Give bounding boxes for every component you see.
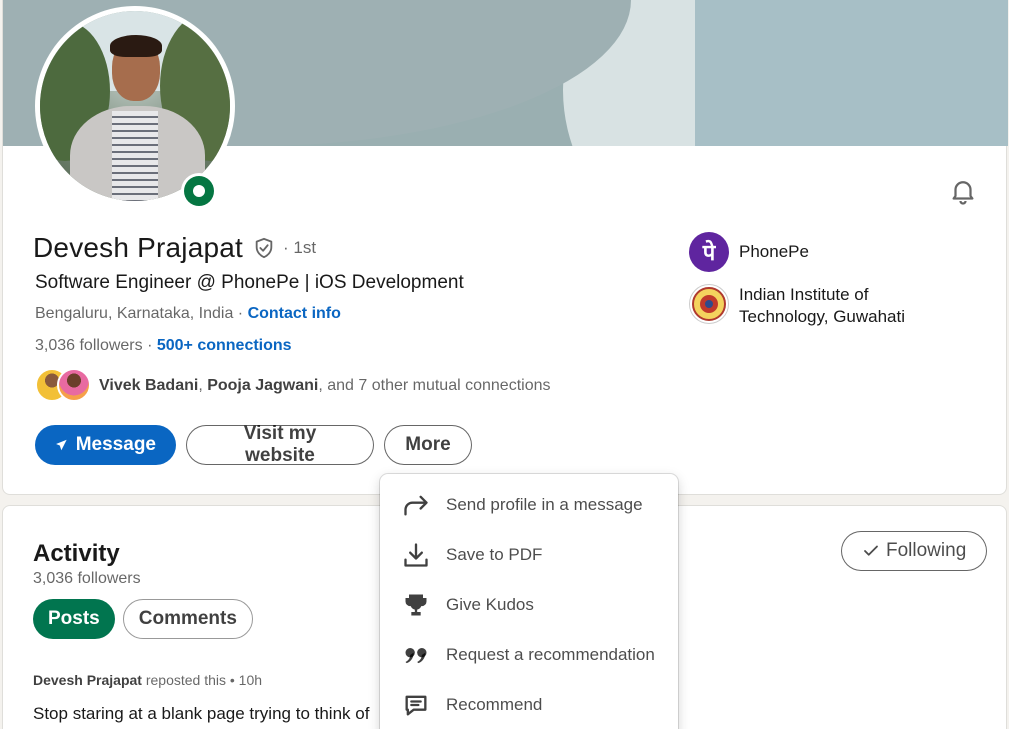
menu-item-give-kudos[interactable]: Give Kudos	[380, 580, 678, 630]
profile-card: Devesh Prajapat · 1st Software Engineer …	[2, 0, 1008, 495]
visit-website-button[interactable]: Visit my website	[186, 423, 374, 466]
iit-guwahati-logo	[689, 284, 729, 324]
contact-info-link[interactable]: Contact info	[248, 305, 341, 322]
following-button[interactable]: Following	[841, 531, 988, 571]
profile-name: Devesh Prajapat	[33, 232, 244, 263]
org-phonepe[interactable]: पे PhonePe	[689, 232, 939, 272]
profile-actions: Message Visit my website More	[35, 423, 472, 466]
menu-item-send-profile[interactable]: Send profile in a message	[380, 480, 678, 530]
org-iit-guwahati[interactable]: Indian Institute of Technology, Guwahati	[689, 284, 939, 328]
mutual-person-2: Pooja Jagwani	[207, 377, 319, 394]
network-row: 3,036 followers · 500+ connections	[35, 337, 292, 355]
post-author[interactable]: Devesh Prajapat	[33, 672, 142, 688]
online-status-badge	[181, 173, 217, 209]
avatar	[57, 368, 91, 402]
menu-item-request-recommendation[interactable]: Request a recommendation	[380, 630, 678, 680]
send-icon	[56, 439, 67, 451]
org-name: PhonePe	[739, 242, 809, 261]
more-dropdown-menu: Send profile in a message Save to PDF Gi…	[380, 474, 678, 729]
bell-icon[interactable]	[948, 176, 978, 206]
profile-location: Bengaluru, Karnataka, India	[35, 305, 234, 322]
quote-icon	[402, 641, 430, 669]
menu-item-label: Save to PDF	[446, 545, 543, 564]
menu-item-recommend[interactable]: Recommend	[380, 680, 678, 729]
activity-followers: 3,036 followers	[33, 570, 141, 587]
post-text[interactable]: Stop staring at a blank page trying to t…	[33, 704, 369, 724]
menu-item-label: Recommend	[446, 695, 543, 714]
menu-item-label: Request a recommendation	[446, 645, 655, 664]
post-meta: reposted this • 10h	[141, 672, 263, 688]
separator: ·	[233, 305, 248, 322]
separator: ,	[198, 377, 208, 394]
profile-headline: Software Engineer @ PhonePe | iOS Develo…	[35, 272, 464, 293]
trophy-icon	[402, 591, 430, 619]
separator: ·	[142, 337, 157, 354]
following-label: Following	[886, 540, 967, 561]
mutual-rest: , and 7 other mutual connections	[318, 377, 551, 394]
menu-item-label: Give Kudos	[446, 595, 534, 614]
mutual-connections[interactable]: Vivek Badani, Pooja Jagwani, and 7 other…	[35, 368, 551, 404]
share-arrow-icon	[402, 491, 430, 519]
name-row: Devesh Prajapat · 1st	[33, 232, 316, 264]
menu-item-save-pdf[interactable]: Save to PDF	[380, 530, 678, 580]
activity-title: Activity	[33, 540, 120, 567]
location-row: Bengaluru, Karnataka, India · Contact in…	[35, 305, 341, 323]
menu-item-label: Send profile in a message	[446, 495, 643, 514]
followers-count: 3,036 followers	[35, 337, 143, 354]
message-button-label: Message	[75, 434, 156, 455]
connection-degree: · 1st	[283, 238, 317, 257]
download-icon	[402, 541, 430, 569]
org-name: Indian Institute of Technology, Guwahati	[739, 285, 906, 326]
message-button[interactable]: Message	[35, 425, 176, 465]
more-button[interactable]: More	[384, 425, 472, 465]
chat-bubble-icon	[402, 691, 430, 719]
mutual-person-1: Vivek Badani	[99, 377, 199, 394]
tab-posts[interactable]: Posts	[33, 599, 115, 639]
check-icon	[864, 545, 878, 556]
post-header: Devesh Prajapat reposted this • 10h	[33, 672, 262, 688]
tab-comments[interactable]: Comments	[122, 599, 253, 639]
phonepe-logo: पे	[689, 232, 729, 272]
connections-link[interactable]: 500+ connections	[157, 337, 292, 354]
verified-shield-icon[interactable]	[253, 237, 275, 259]
organizations: पे PhonePe Indian Institute of Technolog…	[689, 232, 939, 340]
mutual-avatars	[35, 368, 93, 404]
activity-tabs: Posts Comments	[33, 599, 253, 639]
